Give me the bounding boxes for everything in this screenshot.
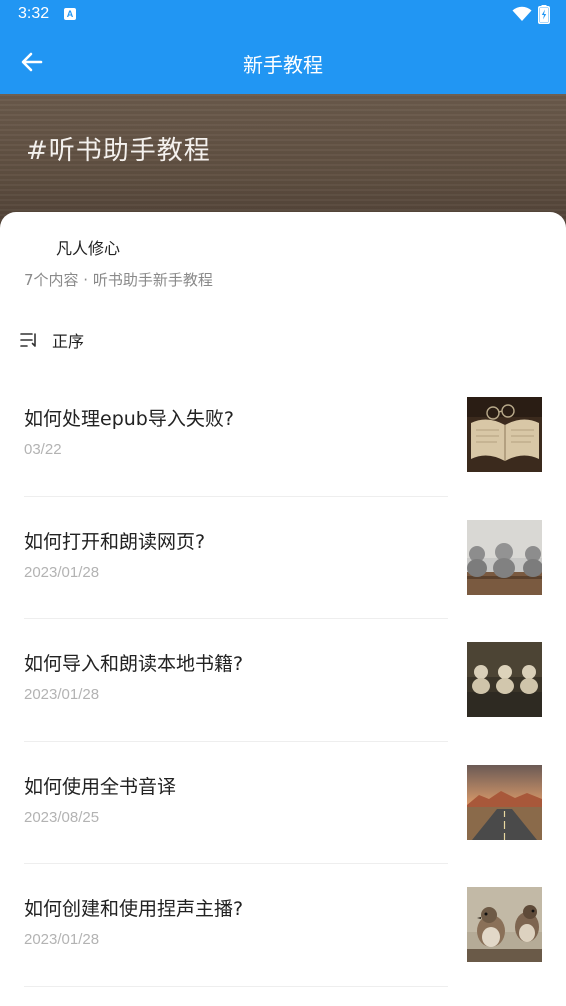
battery-charging-icon	[538, 5, 550, 24]
banner-title: #听书助手教程	[26, 136, 211, 166]
item-date: 2023/01/28	[24, 563, 100, 581]
item-title: 如何创建和使用捏声主播?	[24, 898, 244, 920]
sort-icon	[20, 333, 36, 347]
item-date: 2023/08/25	[24, 808, 100, 826]
item-title: 如何使用全书音译	[24, 775, 177, 798]
a-icon: A	[64, 8, 76, 20]
item-title: 如何导入和朗读本地书籍?	[24, 653, 244, 675]
screen: 3:32 A 新手教程 #听书助手教程 凡人修心 7个内容 · 听书助手新手教程	[0, 0, 566, 1006]
item-date: 2023/01/28	[24, 931, 100, 948]
list-item[interactable]: 如何处理epub导入失败? 03/22	[0, 374, 566, 497]
status-bar: 3:32 A	[0, 0, 566, 30]
item-date: 03/22	[24, 441, 62, 458]
monk-figurines-image	[467, 642, 542, 717]
content-list: 如何处理epub导入失败? 03/22 如何打开和朗读网页? 2023/01/2…	[0, 374, 566, 987]
content-sheet: 凡人修心 7个内容 · 听书助手新手教程 正序 如何处理epub导入失败? 03…	[0, 212, 566, 1006]
list-item[interactable]: 如何使用全书音译 2023/08/25	[0, 742, 566, 864]
wifi-icon	[512, 6, 532, 21]
item-date: 2023/01/28	[24, 686, 100, 703]
sparrows-image	[467, 887, 542, 962]
author-name[interactable]: 凡人修心	[56, 235, 120, 259]
sort-toggle[interactable]: 正序	[20, 328, 84, 352]
list-item[interactable]: 如何导入和朗读本地书籍? 2023/01/28	[0, 619, 566, 742]
list-item[interactable]: 如何打开和朗读网页? 2023/01/28	[0, 497, 566, 619]
item-title: 如何打开和朗读网页?	[24, 530, 206, 553]
status-time: 3:32	[18, 5, 50, 22]
collection-meta: 7个内容 · 听书助手新手教程	[24, 271, 213, 289]
monk-statues-image	[467, 519, 542, 595]
divider	[24, 985, 448, 987]
app-bar: 新手教程	[0, 30, 566, 94]
open-book-glasses-image	[467, 397, 542, 472]
app-bar-title: 新手教程	[243, 53, 323, 77]
list-item[interactable]: 如何创建和使用捏声主播? 2023/01/28	[0, 864, 566, 987]
sort-label: 正序	[52, 332, 85, 351]
desert-road-image	[467, 764, 542, 840]
item-title: 如何处理epub导入失败?	[24, 408, 234, 430]
